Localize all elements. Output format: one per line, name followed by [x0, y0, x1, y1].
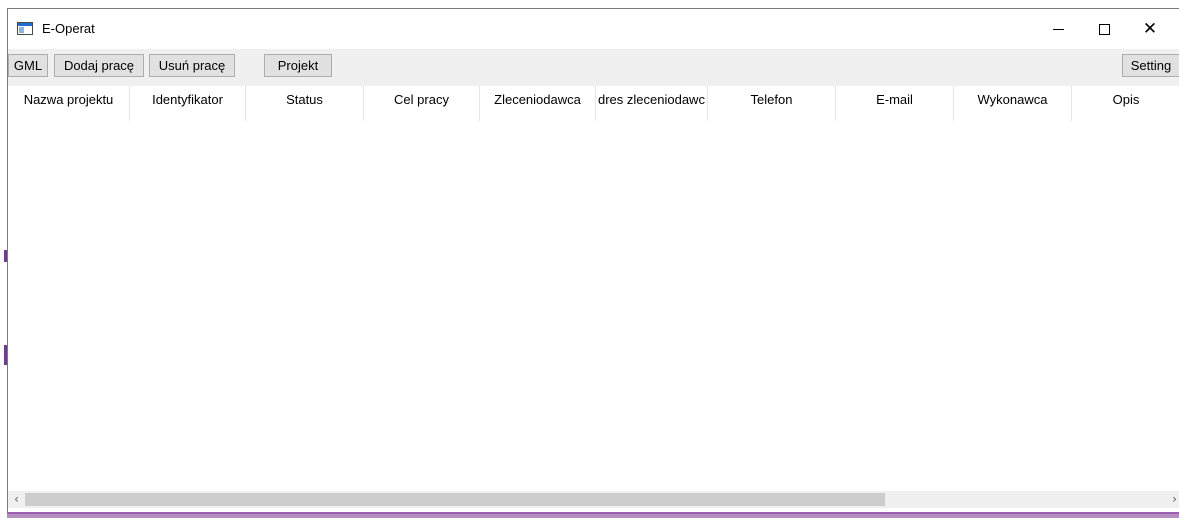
toolbar: GML Dodaj pracę Usuń pracę Projekt Setti…: [8, 49, 1179, 86]
window-title: E-Operat: [42, 21, 95, 36]
close-icon: ✕: [1142, 18, 1158, 39]
column-header-description[interactable]: Opis: [1072, 86, 1179, 121]
settings-button[interactable]: Setting: [1122, 54, 1179, 77]
app-window-icon: [17, 22, 33, 35]
window-bottom-border: [7, 512, 1179, 514]
horizontal-scrollbar[interactable]: ‹ ›: [8, 491, 1179, 508]
column-header-status[interactable]: Status: [246, 86, 364, 121]
scroll-left-icon[interactable]: ‹: [8, 491, 25, 508]
column-header-identifier[interactable]: Identyfikator: [130, 86, 246, 121]
project-button[interactable]: Projekt: [264, 54, 332, 77]
minimize-icon: [1052, 28, 1064, 30]
app-icon-panel-shape: [19, 27, 24, 33]
column-header-phone[interactable]: Telefon: [708, 86, 836, 121]
works-table[interactable]: Nazwa projektu Identyfikator Status Cel …: [8, 86, 1179, 491]
app-window: E-Operat ✕ GML Dodaj pracę Usuń pracę Pr…: [7, 8, 1179, 512]
column-header-work-purpose[interactable]: Cel pracy: [364, 86, 480, 121]
background-edge-mark: [4, 345, 7, 365]
minimize-button[interactable]: [1035, 9, 1081, 49]
maximize-icon: [1098, 23, 1110, 35]
close-button[interactable]: ✕: [1127, 9, 1173, 49]
column-header-email[interactable]: E-mail: [836, 86, 954, 121]
background-edge-mark: [4, 250, 7, 262]
column-header-client-address[interactable]: dres zleceniodawc: [596, 86, 708, 121]
column-header-client[interactable]: Zleceniodawca: [480, 86, 596, 121]
column-header-contractor[interactable]: Wykonawca: [954, 86, 1072, 121]
maximize-button[interactable]: [1081, 9, 1127, 49]
remove-work-button[interactable]: Usuń pracę: [149, 54, 235, 77]
gml-button[interactable]: GML: [8, 54, 48, 77]
scroll-right-icon[interactable]: ›: [1166, 491, 1179, 508]
scrollbar-thumb[interactable]: [25, 493, 885, 506]
add-work-button[interactable]: Dodaj pracę: [54, 54, 144, 77]
table-header-row: Nazwa projektu Identyfikator Status Cel …: [8, 86, 1179, 121]
app-icon-titlebar-shape: [18, 23, 32, 26]
title-bar[interactable]: E-Operat ✕: [8, 9, 1179, 49]
column-header-project-name[interactable]: Nazwa projektu: [8, 86, 130, 121]
